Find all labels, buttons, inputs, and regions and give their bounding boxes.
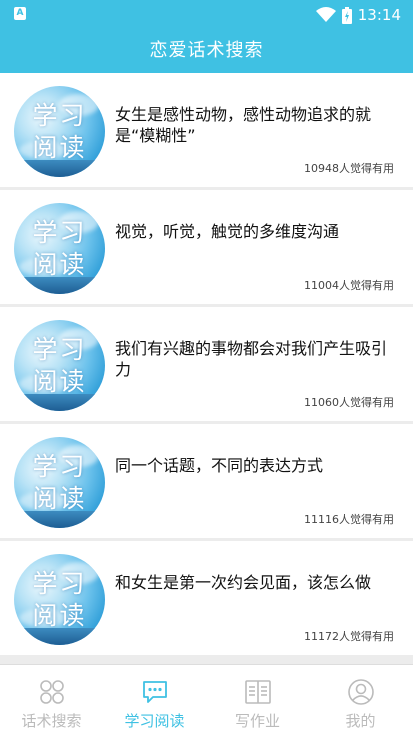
useful-count: 10948人觉得有用 (304, 162, 394, 175)
useful-count: 11172人觉得有用 (304, 630, 394, 643)
article-thumbnail: 学习 阅读 (14, 203, 105, 294)
article-thumbnail: 学习 阅读 (14, 554, 105, 645)
article-title: 女生是感性动物，感性动物追求的就是“模糊性” (115, 105, 372, 145)
article-title: 我们有兴趣的事物都会对我们产生吸引力 (115, 339, 388, 379)
article-title: 视觉，听觉，触觉的多维度沟通 (115, 222, 340, 241)
tab-label: 学习阅读 (124, 712, 185, 730)
tab-label: 写作业 (234, 712, 280, 730)
article-title: 和女生是第一次约会见面，该怎么做 (115, 573, 372, 592)
bottom-tab-bar: 话术搜索 学习阅读 写作业 我的 (0, 664, 413, 736)
status-bar: A 13:14 (0, 0, 413, 30)
book-icon (245, 680, 271, 704)
article-list: 学习 阅读 女生是感性动物，感性动物追求的就是“模糊性” 10948人觉得有用 … (0, 73, 413, 664)
useful-count: 11116人觉得有用 (304, 513, 394, 526)
wifi-icon (315, 7, 336, 22)
battery-icon (341, 6, 352, 24)
grid-icon (40, 680, 64, 704)
list-item[interactable]: 学习 阅读 和女生是第一次约会见面，该怎么做 11172人觉得有用 (0, 541, 413, 655)
app-header: A 13:14 恋爱话术搜索 (0, 0, 413, 73)
tab-label: 话术搜索 (21, 712, 82, 730)
article-title: 同一个话题，不同的表达方式 (115, 456, 324, 475)
article-thumbnail: 学习 阅读 (14, 320, 105, 411)
list-item[interactable]: 学习 阅读 视觉，听觉，触觉的多维度沟通 11004人觉得有用 (0, 190, 413, 304)
tab-study-reading[interactable]: 学习阅读 (103, 665, 206, 736)
article-thumbnail: 学习 阅读 (14, 86, 105, 177)
tab-script-search[interactable]: 话术搜索 (0, 665, 103, 736)
page-title: 恋爱话术搜索 (149, 40, 264, 61)
useful-count: 11004人觉得有用 (304, 279, 394, 292)
person-icon (348, 679, 374, 705)
list-item[interactable]: 学习 阅读 我们有兴趣的事物都会对我们产生吸引力 11060人觉得有用 (0, 307, 413, 421)
chat-icon (143, 681, 167, 703)
tab-mine[interactable]: 我的 (309, 665, 412, 736)
useful-count: 11060人觉得有用 (304, 396, 394, 409)
tab-homework[interactable]: 写作业 (206, 665, 309, 736)
list-item[interactable]: 学习 阅读 女生是感性动物，感性动物追求的就是“模糊性” 10948人觉得有用 (0, 73, 413, 187)
tab-label: 我的 (345, 712, 376, 730)
status-time: 13:14 (357, 6, 401, 24)
app-notification-icon: A (14, 7, 26, 20)
article-thumbnail: 学习 阅读 (14, 437, 105, 528)
list-item[interactable]: 学习 阅读 同一个话题，不同的表达方式 11116人觉得有用 (0, 424, 413, 538)
